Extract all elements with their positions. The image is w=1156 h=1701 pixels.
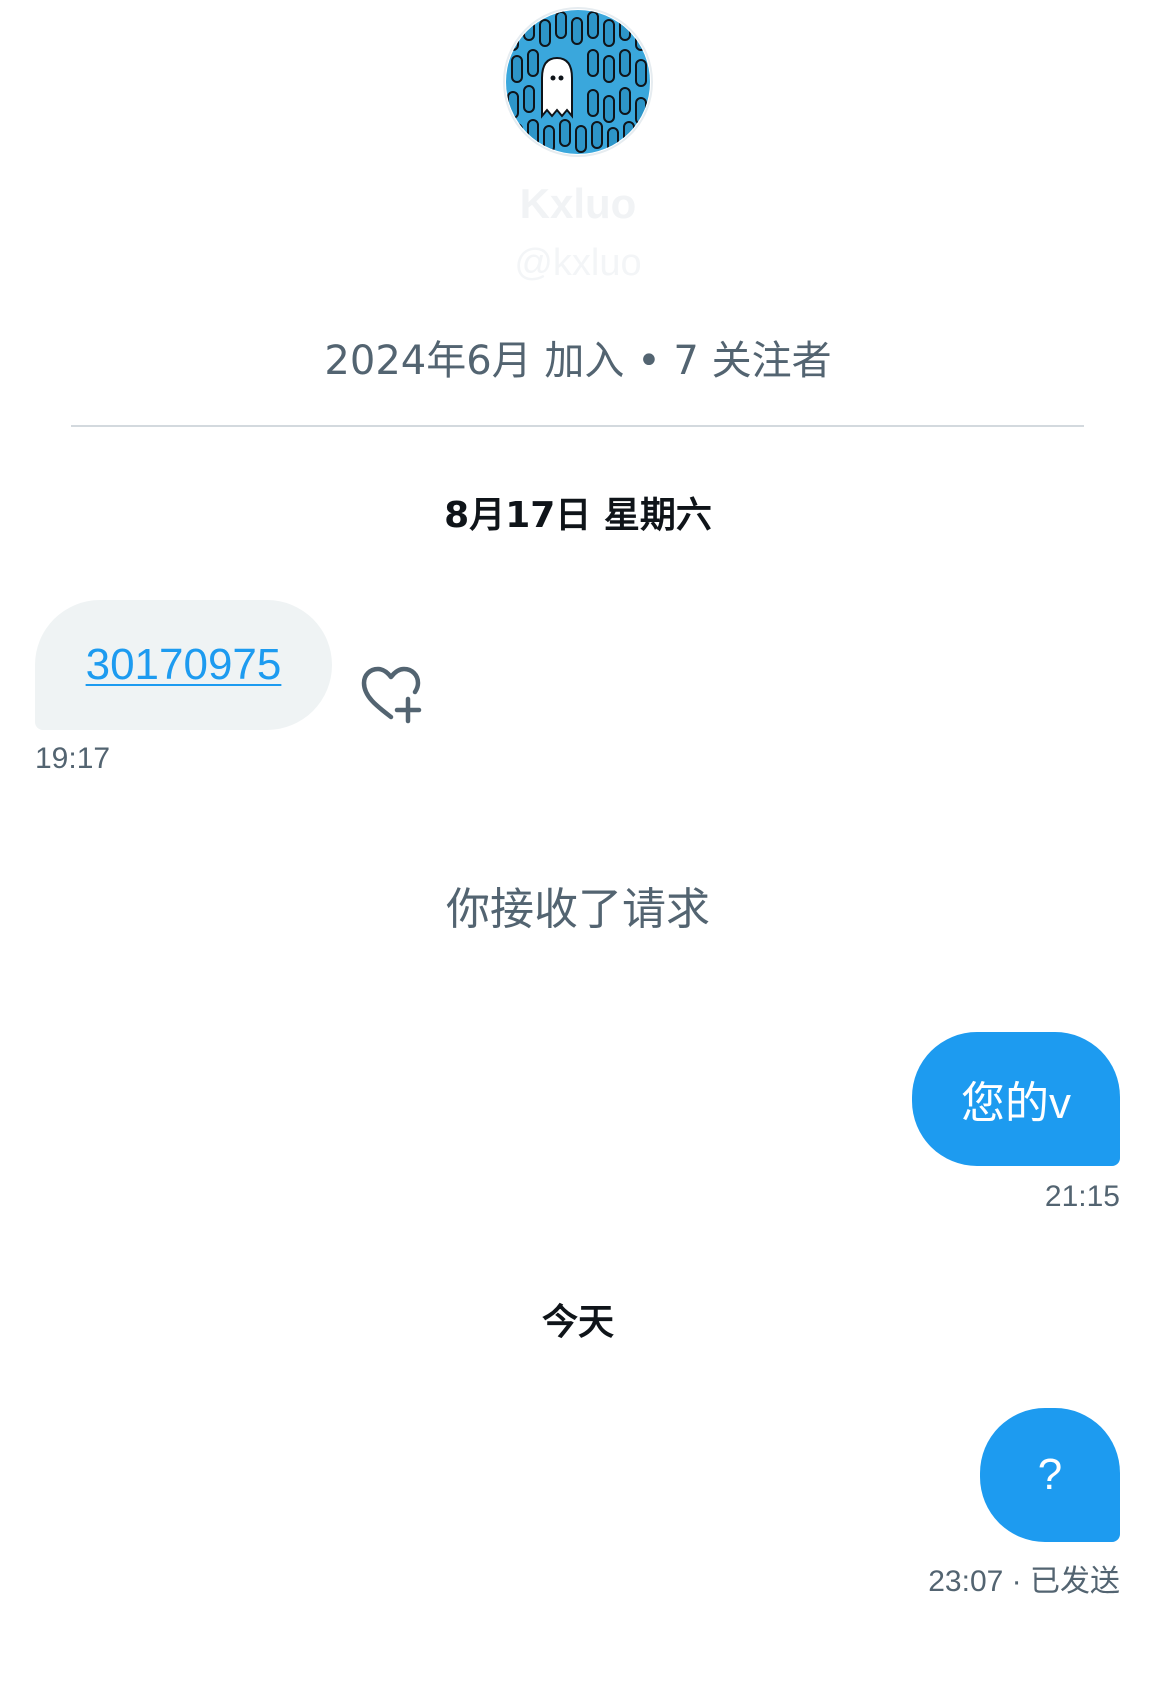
profile-meta: 2024年6月 加入 • 7 关注者 [324,338,832,384]
outgoing-message-text: ? [1037,1450,1063,1499]
ghost-crowd-avatar-icon [503,7,653,157]
incoming-message-time: 19:17 [35,742,111,775]
outgoing-message-bubble[interactable]: ? [980,1408,1120,1542]
system-message: 你接收了请求 [446,884,710,935]
avatar[interactable] [502,6,654,158]
divider [71,425,1084,427]
profile-handle: @kxluo [514,242,642,284]
outgoing-message-text: 您的v [961,1079,1071,1128]
incoming-message-link[interactable]: 30170975 [35,600,332,730]
outgoing-message-bubble[interactable]: 您的v [912,1032,1120,1166]
heart-plus-icon [361,666,422,724]
date-separator-today: 今天 [541,1302,614,1343]
date-separator: 8月17日 星期六 [444,495,712,536]
add-reaction-button[interactable] [358,665,424,725]
outgoing-message-status: 23:07 · 已发送 [928,1556,1120,1600]
outgoing-message-time: 23:07 [928,1565,1004,1598]
outgoing-message-time: 21:15 [1044,1180,1120,1213]
sent-status: · 已发送 [1011,1565,1120,1598]
profile-display-name: Kxluo [519,180,637,227]
